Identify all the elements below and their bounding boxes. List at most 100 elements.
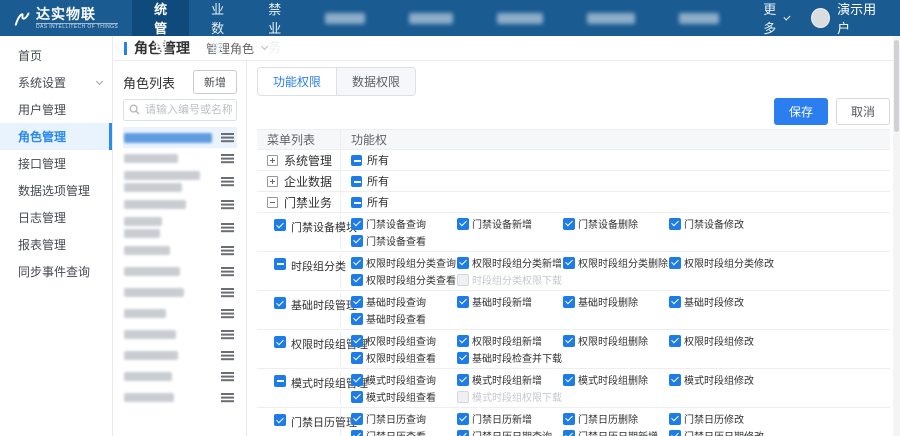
- sidebar-item[interactable]: 角色管理: [0, 123, 112, 150]
- module-checkbox[interactable]: [274, 375, 286, 387]
- perm-checkbox[interactable]: [457, 374, 469, 386]
- top-nav-item[interactable]: [387, 0, 475, 36]
- role-list-item[interactable]: [123, 215, 237, 240]
- perm-checkbox[interactable]: [351, 274, 363, 286]
- chevron-down-icon[interactable]: [261, 43, 268, 50]
- tab-data-perm[interactable]: 数据权限: [336, 68, 415, 95]
- top-nav-item[interactable]: [565, 0, 657, 36]
- module-checkbox[interactable]: [274, 297, 286, 309]
- sidebar-item[interactable]: 用户管理: [0, 96, 112, 123]
- menu-handle-icon[interactable]: [221, 223, 234, 232]
- menu-handle-icon[interactable]: [221, 200, 234, 209]
- top-nav-item[interactable]: 更多: [741, 0, 811, 36]
- role-list-item[interactable]: [123, 127, 237, 148]
- sidebar-item[interactable]: 日志管理: [0, 204, 112, 231]
- perm-checkbox[interactable]: [351, 352, 363, 364]
- perm-checkbox[interactable]: [351, 296, 363, 308]
- perm-checkbox[interactable]: [351, 413, 363, 425]
- top-nav-item[interactable]: 企业数据: [189, 0, 246, 36]
- perm-checkbox[interactable]: [351, 257, 363, 269]
- perm-checkbox[interactable]: [351, 335, 363, 347]
- cancel-button[interactable]: 取消: [836, 98, 890, 125]
- sidebar-item[interactable]: 系统设置: [0, 69, 112, 96]
- perm-checkbox[interactable]: [669, 335, 681, 347]
- role-list-item[interactable]: [123, 169, 237, 194]
- top-nav-item[interactable]: 系统管理: [132, 0, 189, 36]
- module-checkbox[interactable]: [274, 336, 286, 348]
- top-nav-item[interactable]: [475, 0, 565, 36]
- menu-handle-icon[interactable]: [221, 177, 234, 186]
- sidebar-item[interactable]: 接口管理: [0, 150, 112, 177]
- sidebar-item[interactable]: 报表管理: [0, 231, 112, 258]
- perm-checkbox[interactable]: [563, 335, 575, 347]
- perm-checkbox[interactable]: [457, 335, 469, 347]
- perm-checkbox[interactable]: [351, 374, 363, 386]
- scrollbar-thumb[interactable]: [894, 40, 899, 132]
- module-checkbox[interactable]: [274, 219, 286, 231]
- perm-checkbox[interactable]: [457, 274, 469, 286]
- perm-checkbox[interactable]: [563, 218, 575, 230]
- perm-checkbox[interactable]: [563, 257, 575, 269]
- expand-toggle-icon[interactable]: [267, 197, 278, 208]
- perm-checkbox[interactable]: [457, 352, 469, 364]
- sidebar-item[interactable]: 首页: [0, 42, 112, 69]
- menu-handle-icon[interactable]: [221, 393, 234, 402]
- tab-function-perm[interactable]: 功能权限: [258, 68, 336, 95]
- menu-handle-icon[interactable]: [221, 372, 234, 381]
- perm-checkbox[interactable]: [669, 218, 681, 230]
- perm-checkbox[interactable]: [669, 257, 681, 269]
- menu-handle-icon[interactable]: [221, 330, 234, 339]
- top-nav-item[interactable]: 门禁业务: [246, 0, 303, 36]
- perm-checkbox[interactable]: [669, 374, 681, 386]
- perm-checkbox[interactable]: [563, 296, 575, 308]
- module-checkbox[interactable]: [274, 258, 286, 270]
- perm-checkbox[interactable]: [457, 391, 469, 403]
- perm-checkbox[interactable]: [351, 430, 363, 436]
- sidebar-item[interactable]: 同步事件查询: [0, 258, 112, 285]
- expand-toggle-icon[interactable]: [267, 155, 278, 166]
- role-list-item[interactable]: [123, 387, 237, 408]
- perm-checkbox[interactable]: [457, 218, 469, 230]
- perm-checkbox[interactable]: [351, 391, 363, 403]
- perm-checkbox[interactable]: [669, 296, 681, 308]
- sidebar-item[interactable]: 数据选项管理: [0, 177, 112, 204]
- user-menu[interactable]: 演示用户: [811, 0, 900, 36]
- role-list-item[interactable]: [123, 240, 237, 261]
- role-list-item[interactable]: [123, 194, 237, 215]
- perm-checkbox[interactable]: [351, 218, 363, 230]
- perm-checkbox[interactable]: [351, 235, 363, 247]
- role-list-item[interactable]: [123, 324, 237, 345]
- all-checkbox[interactable]: [351, 197, 362, 208]
- role-list-item[interactable]: [123, 303, 237, 324]
- perm-checkbox[interactable]: [351, 313, 363, 325]
- top-nav-item[interactable]: [657, 0, 741, 36]
- perm-checkbox[interactable]: [457, 257, 469, 269]
- page-scrollbar[interactable]: [893, 36, 900, 436]
- menu-handle-icon[interactable]: [221, 267, 234, 276]
- role-list-item[interactable]: [123, 366, 237, 387]
- all-checkbox[interactable]: [351, 155, 362, 166]
- perm-checkbox[interactable]: [563, 374, 575, 386]
- menu-handle-icon[interactable]: [221, 154, 234, 163]
- expand-toggle-icon[interactable]: [267, 176, 278, 187]
- perm-checkbox[interactable]: [457, 430, 469, 436]
- add-role-button[interactable]: 新增: [193, 70, 237, 94]
- menu-handle-icon[interactable]: [221, 351, 234, 360]
- perm-checkbox[interactable]: [563, 430, 575, 436]
- menu-handle-icon[interactable]: [221, 246, 234, 255]
- menu-handle-icon[interactable]: [221, 288, 234, 297]
- all-checkbox[interactable]: [351, 176, 362, 187]
- role-list-item[interactable]: [123, 261, 237, 282]
- top-nav-item[interactable]: [303, 0, 387, 36]
- role-list-item[interactable]: [123, 345, 237, 366]
- role-list-item[interactable]: [123, 282, 237, 303]
- perm-checkbox[interactable]: [457, 296, 469, 308]
- perm-checkbox[interactable]: [563, 413, 575, 425]
- save-button[interactable]: 保存: [774, 98, 828, 125]
- module-checkbox[interactable]: [274, 414, 286, 426]
- role-list-item[interactable]: [123, 148, 237, 169]
- role-search-input[interactable]: [123, 99, 237, 121]
- perm-checkbox[interactable]: [669, 430, 681, 436]
- menu-handle-icon[interactable]: [221, 309, 234, 318]
- menu-handle-icon[interactable]: [221, 133, 234, 142]
